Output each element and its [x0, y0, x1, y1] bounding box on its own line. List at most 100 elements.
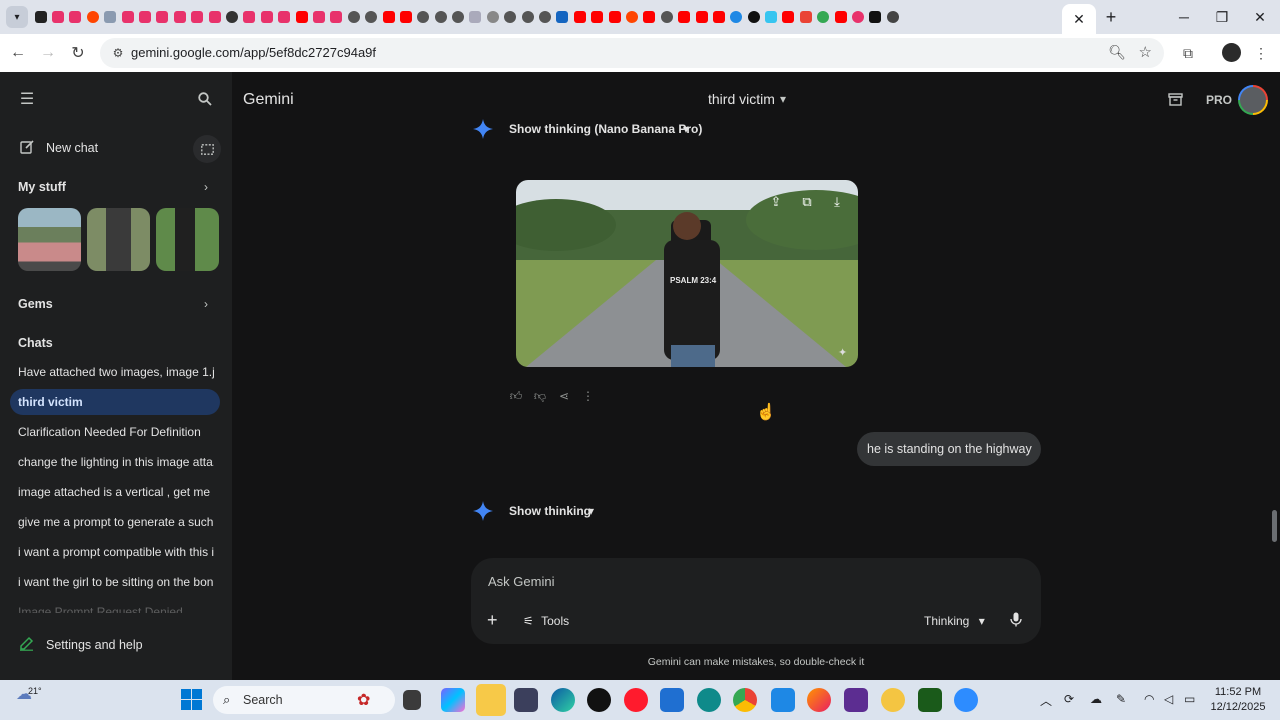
chat-item[interactable]: change the lighting in this image atta..… — [10, 449, 220, 475]
tiktok-icon[interactable] — [587, 688, 611, 712]
my-stuff-thumbnail[interactable] — [87, 208, 150, 271]
prompt-input[interactable]: Ask Gemini — [488, 574, 554, 589]
search-icon[interactable] — [196, 90, 214, 108]
download-icon[interactable]: ⤓ — [827, 192, 847, 212]
chat-item[interactable]: i want a prompt compatible with this i..… — [10, 539, 220, 565]
conversation-title[interactable]: third victim — [708, 91, 775, 107]
bookmark-star-icon[interactable]: ☆ — [1139, 43, 1152, 61]
tray-overflow-icon[interactable]: ︿ — [1040, 692, 1052, 709]
tab[interactable] — [32, 8, 49, 25]
zoom-app-icon[interactable] — [954, 688, 978, 712]
firefox-icon[interactable] — [807, 688, 831, 712]
tab-search-chevron-icon[interactable]: ▾ — [6, 6, 28, 28]
close-window-icon[interactable]: ✕ — [1242, 6, 1278, 28]
tab[interactable] — [345, 8, 362, 25]
tab[interactable] — [415, 8, 432, 25]
add-attachment-icon[interactable]: + — [487, 610, 498, 631]
menu-icon[interactable]: ☰ — [17, 90, 37, 108]
tab[interactable] — [589, 8, 606, 25]
tab[interactable] — [380, 8, 397, 25]
more-options-icon[interactable]: ⋮ — [580, 388, 596, 404]
gems-chevron-icon[interactable]: › — [204, 297, 208, 311]
tab[interactable] — [362, 8, 379, 25]
tab[interactable] — [293, 8, 310, 25]
opera-icon[interactable] — [624, 688, 648, 712]
task-view-icon[interactable] — [403, 690, 421, 710]
mode-selector[interactable]: Thinking ▾ — [924, 614, 985, 628]
tab[interactable] — [571, 8, 588, 25]
tab[interactable] — [710, 8, 727, 25]
tab[interactable] — [328, 8, 345, 25]
extensions-icon[interactable]: ⧉ — [1177, 42, 1199, 64]
my-stuff-thumbnail[interactable] — [18, 208, 81, 271]
new-tab-button[interactable]: + — [1100, 6, 1122, 28]
chat-item-active[interactable]: third victim — [10, 389, 220, 415]
settings-icon[interactable] — [18, 635, 34, 651]
settings-help-label[interactable]: Settings and help — [46, 638, 143, 652]
thumbs-up-icon[interactable]: 👍︎ — [508, 388, 524, 404]
chat-item[interactable]: give me a prompt to generate a such ... — [10, 509, 220, 535]
tab[interactable] — [310, 8, 327, 25]
close-tab-icon[interactable]: ✕ — [1073, 11, 1085, 28]
tab[interactable] — [780, 8, 797, 25]
chevron-down-icon[interactable]: ▾ — [588, 504, 594, 518]
new-chat-label[interactable]: New chat — [46, 141, 98, 155]
tab[interactable] — [867, 8, 884, 25]
tab[interactable] — [502, 8, 519, 25]
tab[interactable] — [84, 8, 101, 25]
tab[interactable] — [102, 8, 119, 25]
chat-item[interactable]: Have attached two images, image 1.jp... — [10, 359, 220, 385]
show-thinking-toggle[interactable]: Show thinking (Nano Banana Pro) — [509, 122, 702, 136]
tab[interactable] — [536, 8, 553, 25]
tab[interactable] — [519, 8, 536, 25]
app-icon[interactable] — [697, 688, 721, 712]
thumbs-down-icon[interactable]: 👎︎ — [532, 388, 548, 404]
sync-icon[interactable]: ⟳ — [1064, 692, 1074, 706]
chrome-icon[interactable] — [733, 688, 757, 712]
minimize-icon[interactable]: ─ — [1166, 6, 1202, 28]
pen-icon[interactable]: ✎ — [1116, 692, 1126, 706]
tab[interactable] — [171, 8, 188, 25]
new-chat-icon[interactable] — [19, 138, 35, 154]
tab[interactable] — [623, 8, 640, 25]
system-clock[interactable]: 11:52 PM 12/12/2025 — [1208, 685, 1268, 715]
archive-icon[interactable] — [1168, 92, 1184, 108]
show-thinking-toggle[interactable]: Show thinking — [509, 504, 591, 518]
app-icon[interactable] — [918, 688, 942, 712]
tab[interactable] — [241, 8, 258, 25]
tab[interactable] — [119, 8, 136, 25]
tools-button[interactable]: ⚟ Tools — [523, 614, 569, 628]
start-icon[interactable] — [181, 689, 203, 711]
app-icon[interactable] — [514, 688, 538, 712]
tab[interactable] — [849, 8, 866, 25]
chat-item[interactable]: image attached is a vertical , get me ..… — [10, 479, 220, 505]
tab[interactable] — [797, 8, 814, 25]
app-title[interactable]: Gemini — [243, 91, 294, 109]
app-icon[interactable] — [844, 688, 868, 712]
tab[interactable] — [275, 8, 292, 25]
battery-icon[interactable]: ▭ — [1184, 692, 1195, 706]
tab[interactable] — [484, 8, 501, 25]
tab[interactable] — [154, 8, 171, 25]
tab[interactable] — [762, 8, 779, 25]
volume-icon[interactable]: ◁ — [1164, 692, 1173, 706]
tab[interactable] — [49, 8, 66, 25]
conversation-menu-chevron-icon[interactable]: ▾ — [780, 92, 786, 106]
share-response-icon[interactable]: ⋖ — [556, 388, 572, 404]
tab[interactable] — [467, 8, 484, 25]
restore-icon[interactable]: ❐ — [1204, 6, 1240, 28]
wifi-icon[interactable]: ◠ — [1144, 692, 1154, 706]
tab[interactable] — [67, 8, 84, 25]
app-icon[interactable] — [881, 688, 905, 712]
share-icon[interactable]: ⇪ — [766, 192, 786, 212]
profile-avatar-icon[interactable] — [1222, 43, 1241, 62]
tab[interactable] — [693, 8, 710, 25]
back-icon[interactable]: ← — [7, 42, 29, 64]
reload-icon[interactable]: ↻ — [67, 42, 89, 64]
copilot-icon[interactable] — [441, 688, 465, 712]
url-text[interactable]: gemini.google.com/app/5ef8dc2727c94a9f — [131, 45, 376, 60]
my-stuff-chevron-icon[interactable]: › — [204, 180, 208, 194]
store-icon[interactable] — [660, 688, 684, 712]
tab[interactable] — [258, 8, 275, 25]
tab[interactable] — [432, 8, 449, 25]
